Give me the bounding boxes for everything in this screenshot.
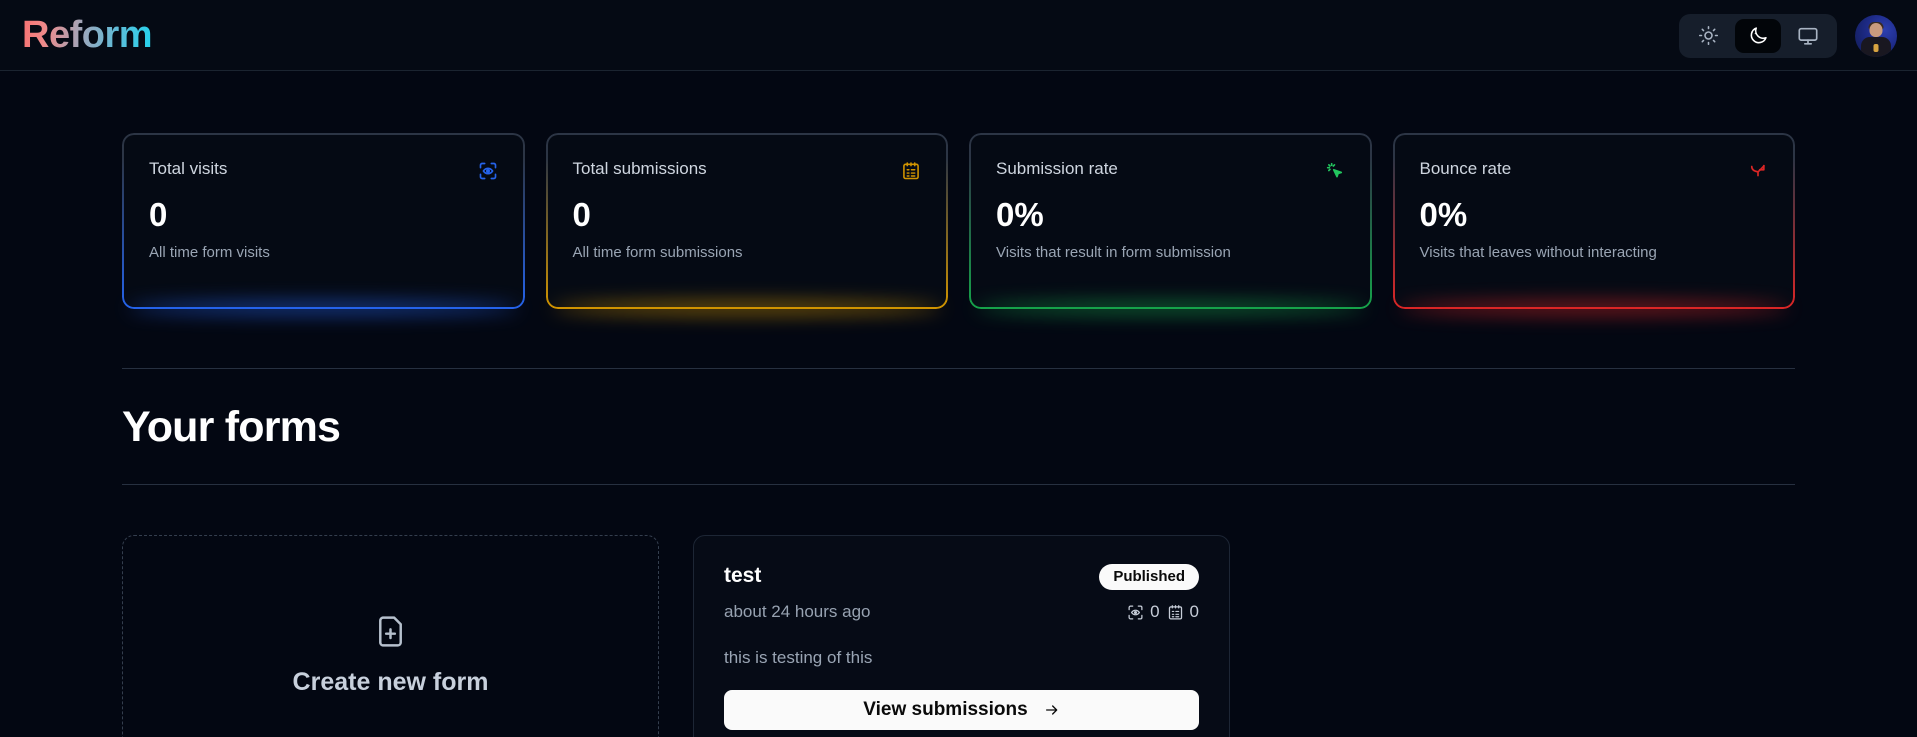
main-content: Total visits 0 All time form visits Tota… (0, 71, 1917, 737)
stat-subtitle: Visits that result in form submission (996, 244, 1231, 261)
avatar-badge (1873, 43, 1879, 52)
stat-value: 0 (572, 196, 591, 233)
theme-light-button[interactable] (1685, 19, 1731, 53)
create-new-form-label: Create new form (292, 667, 489, 696)
divider-bottom (122, 484, 1795, 485)
arrow-bounce-icon (1748, 161, 1768, 181)
avatar-head (1869, 22, 1883, 37)
app-logo: Reform (22, 13, 153, 56)
form-name: test (724, 564, 762, 587)
stats-row: Total visits 0 All time form visits Tota… (122, 71, 1795, 309)
stat-value: 0% (1419, 196, 1468, 233)
theme-system-button[interactable] (1785, 19, 1831, 53)
visits-count-group: 0 (1127, 602, 1160, 622)
stat-title: Total visits (149, 159, 228, 178)
form-card-header: test Published (724, 564, 1199, 590)
stat-subtitle: Visits that leaves without interacting (1419, 244, 1657, 261)
stat-header: Total visits (149, 159, 498, 181)
form-date: about 24 hours ago (724, 602, 871, 621)
view-submissions-button[interactable]: View submissions (724, 690, 1199, 730)
status-badge: Published (1099, 564, 1199, 590)
stat-card-total-visits: Total visits 0 All time form visits (122, 133, 525, 309)
eye-scan-icon (1127, 604, 1144, 621)
stat-card-submission-rate: Submission rate 0% Visits that result in… (969, 133, 1372, 309)
file-plus-icon (373, 614, 408, 649)
submissions-count: 0 (1189, 602, 1199, 621)
sun-icon (1698, 25, 1719, 46)
stat-header: Total submissions (573, 159, 922, 181)
form-counts: 0 0 (1127, 602, 1199, 622)
form-list-icon (1167, 604, 1184, 621)
forms-row: Create new form test Published about 24 … (122, 535, 1795, 737)
moon-stars-icon (1748, 25, 1769, 46)
stat-value: 0% (996, 196, 1044, 233)
form-card-meta: about 24 hours ago 0 0 (724, 602, 1199, 622)
stat-value: 0 (149, 196, 168, 233)
theme-switcher (1679, 13, 1837, 58)
theme-dark-button[interactable] (1735, 18, 1781, 53)
form-list-icon (901, 161, 921, 181)
visits-count: 0 (1150, 602, 1160, 621)
stat-subtitle: All time form visits (149, 244, 270, 261)
stat-header: Bounce rate (1420, 159, 1769, 181)
form-description: this is testing of this (724, 648, 873, 667)
stat-subtitle: All time form submissions (572, 244, 743, 261)
monitor-icon (1797, 25, 1819, 47)
page-title: Your forms (122, 403, 341, 451)
create-new-form-card[interactable]: Create new form (122, 535, 659, 737)
arrow-right-icon (1044, 702, 1060, 718)
stat-header: Submission rate (996, 159, 1345, 181)
header-controls (1679, 0, 1897, 71)
stat-card-bounce-rate: Bounce rate 0% Visits that leaves withou… (1392, 133, 1795, 309)
view-submissions-label: View submissions (863, 699, 1028, 720)
submissions-count-group: 0 (1167, 602, 1199, 622)
app-header: Reform (0, 0, 1917, 71)
cursor-click-icon (1325, 161, 1345, 181)
form-card[interactable]: test Published about 24 hours ago 0 0 th… (693, 535, 1230, 737)
eye-scan-icon (478, 161, 498, 181)
stat-title: Bounce rate (1419, 159, 1512, 178)
divider-top (122, 368, 1795, 369)
stat-card-total-submissions: Total submissions 0 All time form submis… (545, 133, 948, 309)
stat-title: Submission rate (996, 159, 1118, 178)
stat-title: Total submissions (572, 159, 707, 178)
avatar[interactable] (1855, 14, 1897, 57)
